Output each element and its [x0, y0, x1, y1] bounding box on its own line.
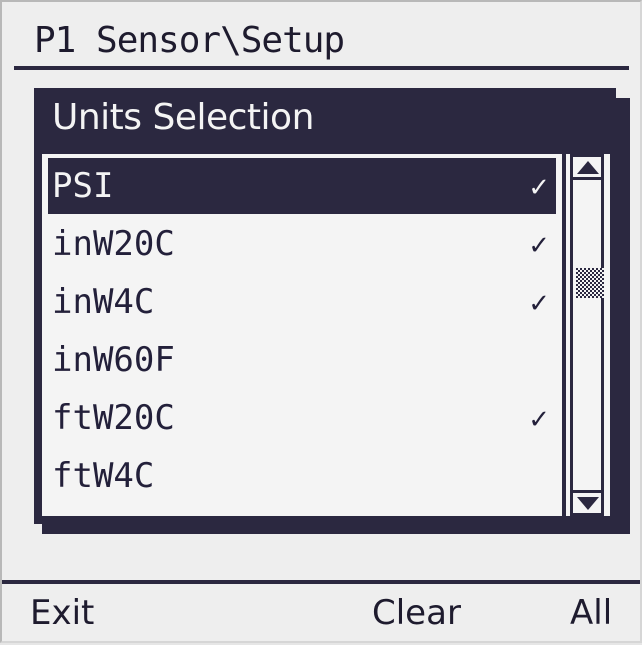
- list-item-inw20c[interactable]: inW20C ✓: [48, 216, 556, 272]
- list-item-inw4c[interactable]: inW4C ✓: [48, 274, 556, 330]
- list-item-label: inW20C: [52, 224, 175, 264]
- device-screen: P1 Sensor\Setup Units Selection PSI ✓ in…: [0, 0, 642, 643]
- all-softkey[interactable]: All: [570, 584, 612, 642]
- screen-title-bar: P1 Sensor\Setup: [14, 18, 629, 70]
- list-item-label: inW60F: [52, 340, 175, 380]
- checkmark-icon: ✓: [528, 231, 550, 261]
- list-item-psi[interactable]: PSI ✓: [48, 158, 556, 214]
- list-item-inw60f[interactable]: inW60F: [48, 332, 556, 388]
- scroll-down-arrow-icon: [577, 497, 599, 510]
- clear-softkey[interactable]: Clear: [372, 584, 461, 642]
- screen-title: P1 Sensor\Setup: [34, 20, 345, 61]
- exit-softkey[interactable]: Exit: [30, 584, 94, 642]
- dialog-title: Units Selection: [52, 97, 314, 138]
- scroll-thumb[interactable]: [576, 268, 604, 298]
- scroll-down-button[interactable]: [570, 490, 604, 516]
- checkmark-icon: ✓: [528, 173, 550, 203]
- checkmark-icon: ✓: [528, 289, 550, 319]
- list-item-label: PSI: [52, 166, 114, 206]
- list-item-label: ftW20C: [52, 398, 175, 438]
- scroll-up-arrow-icon: [577, 161, 599, 174]
- list-item-label: inW4C: [52, 282, 155, 322]
- list-scrollbar[interactable]: [566, 154, 610, 516]
- units-selection-dialog: Units Selection PSI ✓ inW20C ✓ inW4C ✓ i…: [34, 88, 616, 524]
- checkmark-icon: ✓: [528, 405, 550, 435]
- scroll-up-button[interactable]: [570, 154, 604, 180]
- scroll-track[interactable]: [570, 180, 604, 490]
- list-item-ftw4c[interactable]: ftW4C: [48, 448, 556, 504]
- list-item-label: ftW4C: [52, 456, 155, 496]
- softkey-bar: Exit Clear All: [2, 580, 640, 645]
- units-list: PSI ✓ inW20C ✓ inW4C ✓ inW60F ftW20C ✓ f…: [42, 154, 562, 516]
- list-item-ftw20c[interactable]: ftW20C ✓: [48, 390, 556, 446]
